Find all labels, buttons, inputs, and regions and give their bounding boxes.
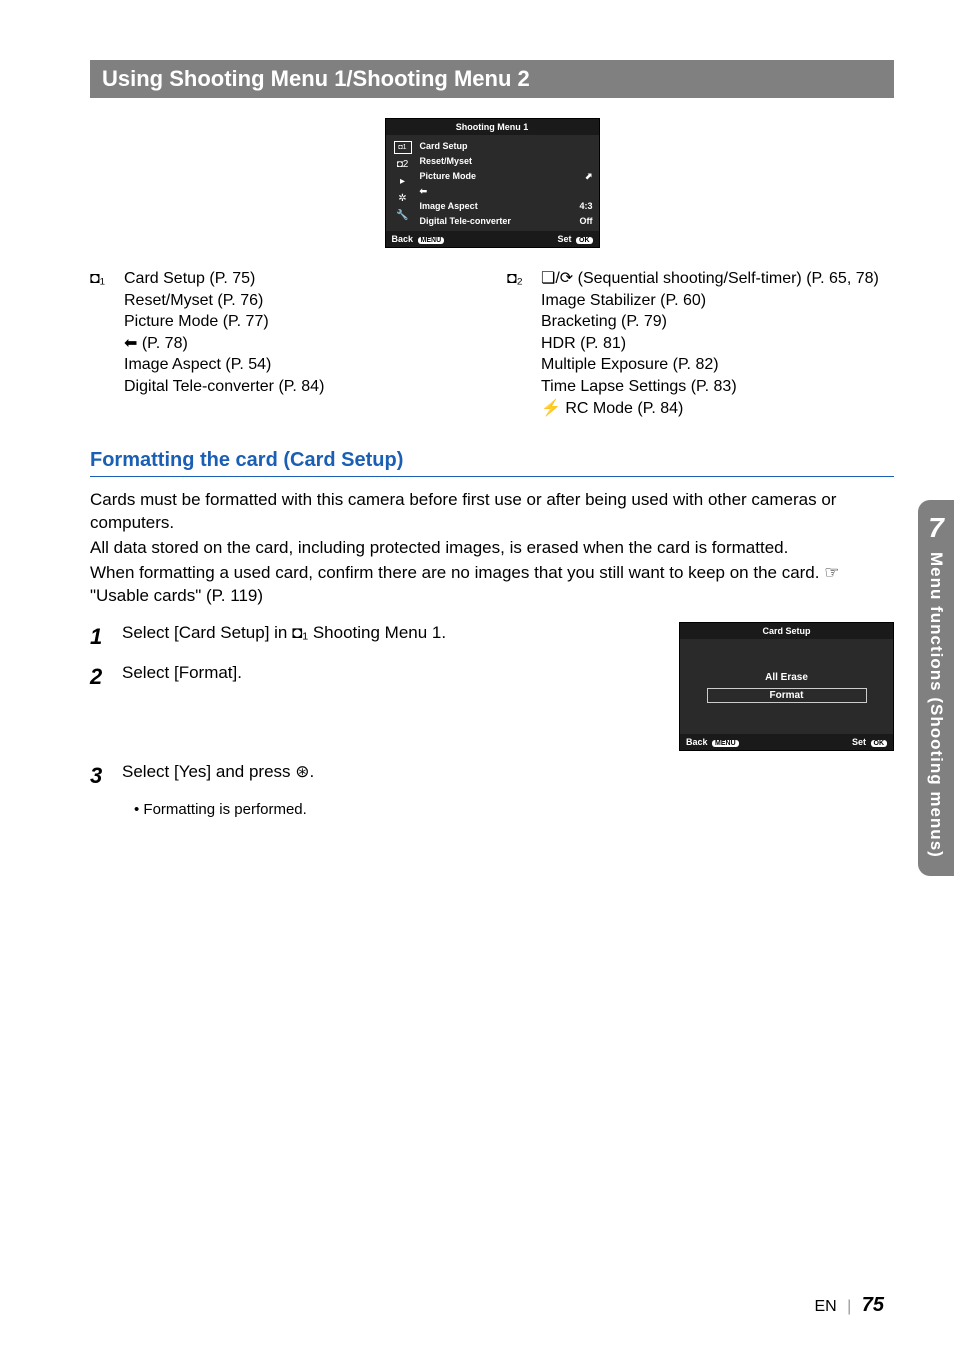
menu-item-value: Off (580, 215, 593, 228)
shooting-menu-1-screenshot: Shooting Menu 1 ◘1 ◘2 ▸ ✲ 🔧 Card Setup R… (385, 118, 600, 248)
menu-reference-columns: ◘₁ Card Setup (P. 75) Reset/Myset (P. 76… (90, 268, 894, 419)
menu-item-label: Digital Tele-converter (420, 215, 511, 228)
step-text: Select [Format]. (122, 662, 242, 692)
list-item: Time Lapse Settings (P. 83) (541, 376, 879, 398)
body-paragraph: All data stored on the card, including p… (90, 537, 894, 560)
list-item: Reset/Myset (P. 76) (124, 290, 324, 312)
section-heading-formatting: Formatting the card (Card Setup) (90, 449, 894, 477)
footer-language: EN (814, 1298, 836, 1315)
list-item: Image Stabilizer (P. 60) (541, 290, 879, 312)
menu-footer-set: Set OK (557, 234, 592, 244)
step-2: 2 Select [Format]. (90, 662, 659, 692)
page-section-heading: Using Shooting Menu 1/Shooting Menu 2 (90, 60, 894, 98)
menu-badge-icon: MENU (418, 237, 445, 244)
step-3-sub: • Formatting is performed. (134, 801, 894, 818)
list-item: HDR (P. 81) (541, 333, 879, 355)
shooting-menu-1-list: ◘₁ Card Setup (P. 75) Reset/Myset (P. 76… (90, 268, 477, 419)
menu-footer-back: Back MENU (392, 234, 445, 244)
card-setup-screenshot: Card Setup All Erase Format Back MENU Se… (679, 622, 894, 751)
chapter-side-tab: 7 Menu functions (Shooting menus) (918, 500, 954, 876)
step-number: 2 (90, 662, 110, 692)
gear-icon: ✲ (394, 192, 412, 205)
menu-item-label: Reset/Myset (420, 155, 473, 168)
body-paragraph: Cards must be formatted with this camera… (90, 489, 894, 535)
camera1-icon: ◘₁ (90, 268, 114, 419)
playback-icon: ▸ (394, 175, 412, 188)
list-item: Picture Mode (P. 77) (124, 311, 324, 333)
list-item: Bracketing (P. 79) (541, 311, 879, 333)
chapter-title: Menu functions (Shooting menus) (926, 552, 946, 858)
card-setup-title: Card Setup (680, 623, 893, 639)
list-item: Multiple Exposure (P. 82) (541, 354, 879, 376)
menu-item-label: Card Setup (420, 140, 468, 153)
step-text: Select [Card Setup] in ◘₁ Shooting Menu … (122, 622, 446, 652)
camera2-icon: ◘₂ (507, 268, 531, 419)
menu-items-list: Card Setup Reset/Myset Picture Mode ⬈ ⬅ I… (414, 139, 593, 229)
step-3: 3 Select [Yes] and press ⊛. (90, 761, 894, 791)
menu-badge-icon: MENU (712, 740, 739, 747)
camera2-icon: ◘2 (394, 158, 412, 171)
menu-screenshot-title: Shooting Menu 1 (386, 119, 599, 135)
step-text: Select [Yes] and press ⊛. (122, 761, 314, 791)
list-item: ❏/⟳ (Sequential shooting/Self-timer) (P.… (541, 268, 879, 290)
card-setup-footer-set: Set OK (852, 737, 887, 747)
menu-item-label: Picture Mode (420, 170, 477, 183)
step-number: 1 (90, 622, 110, 652)
menu-item-label: Image Aspect (420, 200, 478, 213)
chapter-number: 7 (928, 512, 944, 544)
card-setup-footer-back: Back MENU (686, 737, 739, 747)
ok-badge-icon: OK (576, 237, 593, 244)
shooting-menu-2-list: ◘₂ ❏/⟳ (Sequential shooting/Self-timer) … (507, 268, 894, 419)
list-item: Card Setup (P. 75) (124, 268, 324, 290)
page-footer: EN | 75 (814, 1294, 884, 1317)
list-item: ⚡ RC Mode (P. 84) (541, 398, 879, 420)
camera1-icon: ◘1 (394, 141, 412, 154)
list-item: Digital Tele-converter (P. 84) (124, 376, 324, 398)
menu-item-value: ⬈ (585, 170, 593, 183)
menu-sidebar-icons: ◘1 ◘2 ▸ ✲ 🔧 (392, 139, 414, 229)
step-number: 3 (90, 761, 110, 791)
card-setup-option-all-erase: All Erase (765, 670, 808, 685)
footer-page-number: 75 (862, 1294, 884, 1316)
list-item: ⬅ (P. 78) (124, 333, 324, 355)
ok-badge-icon: OK (871, 740, 888, 747)
body-paragraph: When formatting a used card, confirm the… (90, 562, 894, 608)
step-1: 1 Select [Card Setup] in ◘₁ Shooting Men… (90, 622, 659, 652)
list-item: Image Aspect (P. 54) (124, 354, 324, 376)
card-setup-option-format-selected: Format (707, 688, 867, 703)
menu-item-label: ⬅ (420, 185, 428, 198)
footer-divider: | (847, 1298, 851, 1315)
wrench-icon: 🔧 (394, 209, 412, 222)
menu-item-value: 4:3 (579, 200, 592, 213)
